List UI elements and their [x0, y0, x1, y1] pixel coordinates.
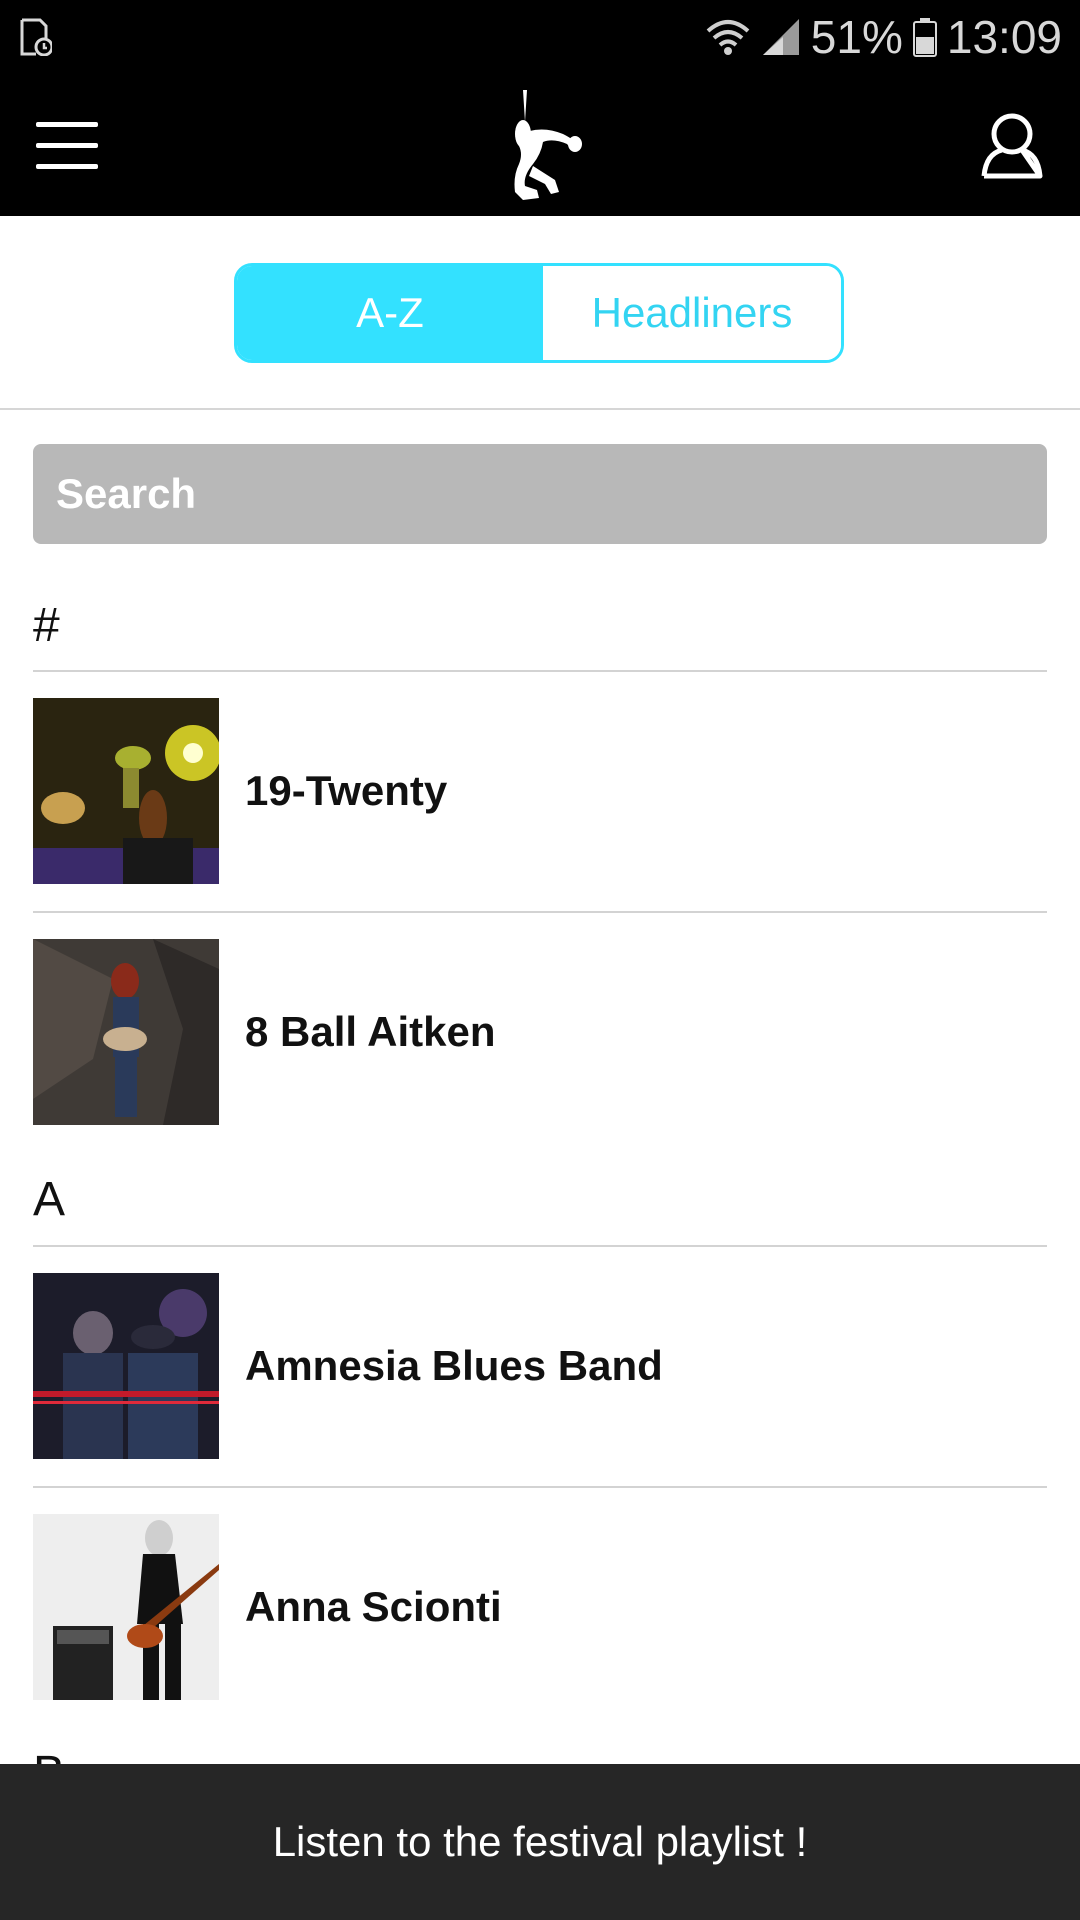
- artist-row-anna-scionti[interactable]: Anna Scionti: [33, 1514, 1047, 1700]
- wifi-icon: [706, 20, 750, 55]
- battery-icon: [912, 18, 937, 57]
- row-divider: [33, 1486, 1047, 1488]
- app-header: [0, 74, 1080, 216]
- section-divider: [33, 1245, 1047, 1247]
- artist-name: 19-Twenty: [245, 767, 448, 814]
- artist-name: Amnesia Blues Band: [245, 1342, 663, 1389]
- section-header-hash: #: [33, 599, 60, 652]
- divider: [0, 408, 1080, 410]
- artist-row-19-twenty[interactable]: 19-Twenty: [33, 698, 1047, 884]
- screen-record-icon: [20, 18, 52, 56]
- section-divider: [33, 670, 1047, 672]
- search-box[interactable]: [33, 444, 1047, 544]
- clock: 13:09: [946, 11, 1062, 63]
- tab-headliners[interactable]: Headliners: [543, 266, 841, 360]
- artist-thumbnail: [33, 939, 219, 1125]
- user-profile-icon[interactable]: [980, 110, 1044, 180]
- artist-name: Anna Scionti: [245, 1583, 502, 1630]
- search-input[interactable]: [54, 469, 1047, 519]
- guitarist-logo-icon[interactable]: [493, 88, 587, 206]
- artist-row-amnesia-blues-band[interactable]: Amnesia Blues Band: [33, 1273, 1047, 1459]
- hamburger-menu-icon[interactable]: [36, 118, 98, 174]
- festival-playlist-button[interactable]: Listen to the festival playlist !: [0, 1764, 1080, 1920]
- battery-percent: 51%: [810, 11, 903, 63]
- artist-name: 8 Ball Aitken: [245, 1008, 496, 1055]
- artist-row-8-ball-aitken[interactable]: 8 Ball Aitken: [33, 939, 1047, 1125]
- signal-icon: [762, 19, 799, 55]
- tab-a-z[interactable]: A-Z: [237, 266, 543, 360]
- artist-thumbnail: [33, 1273, 219, 1459]
- row-divider: [33, 911, 1047, 913]
- status-bar: 51% 13:09: [0, 0, 1080, 74]
- artist-thumbnail: [33, 1514, 219, 1700]
- artist-thumbnail: [33, 698, 219, 884]
- view-toggle: A-Z Headliners: [234, 263, 844, 363]
- section-header-a: A: [33, 1173, 66, 1226]
